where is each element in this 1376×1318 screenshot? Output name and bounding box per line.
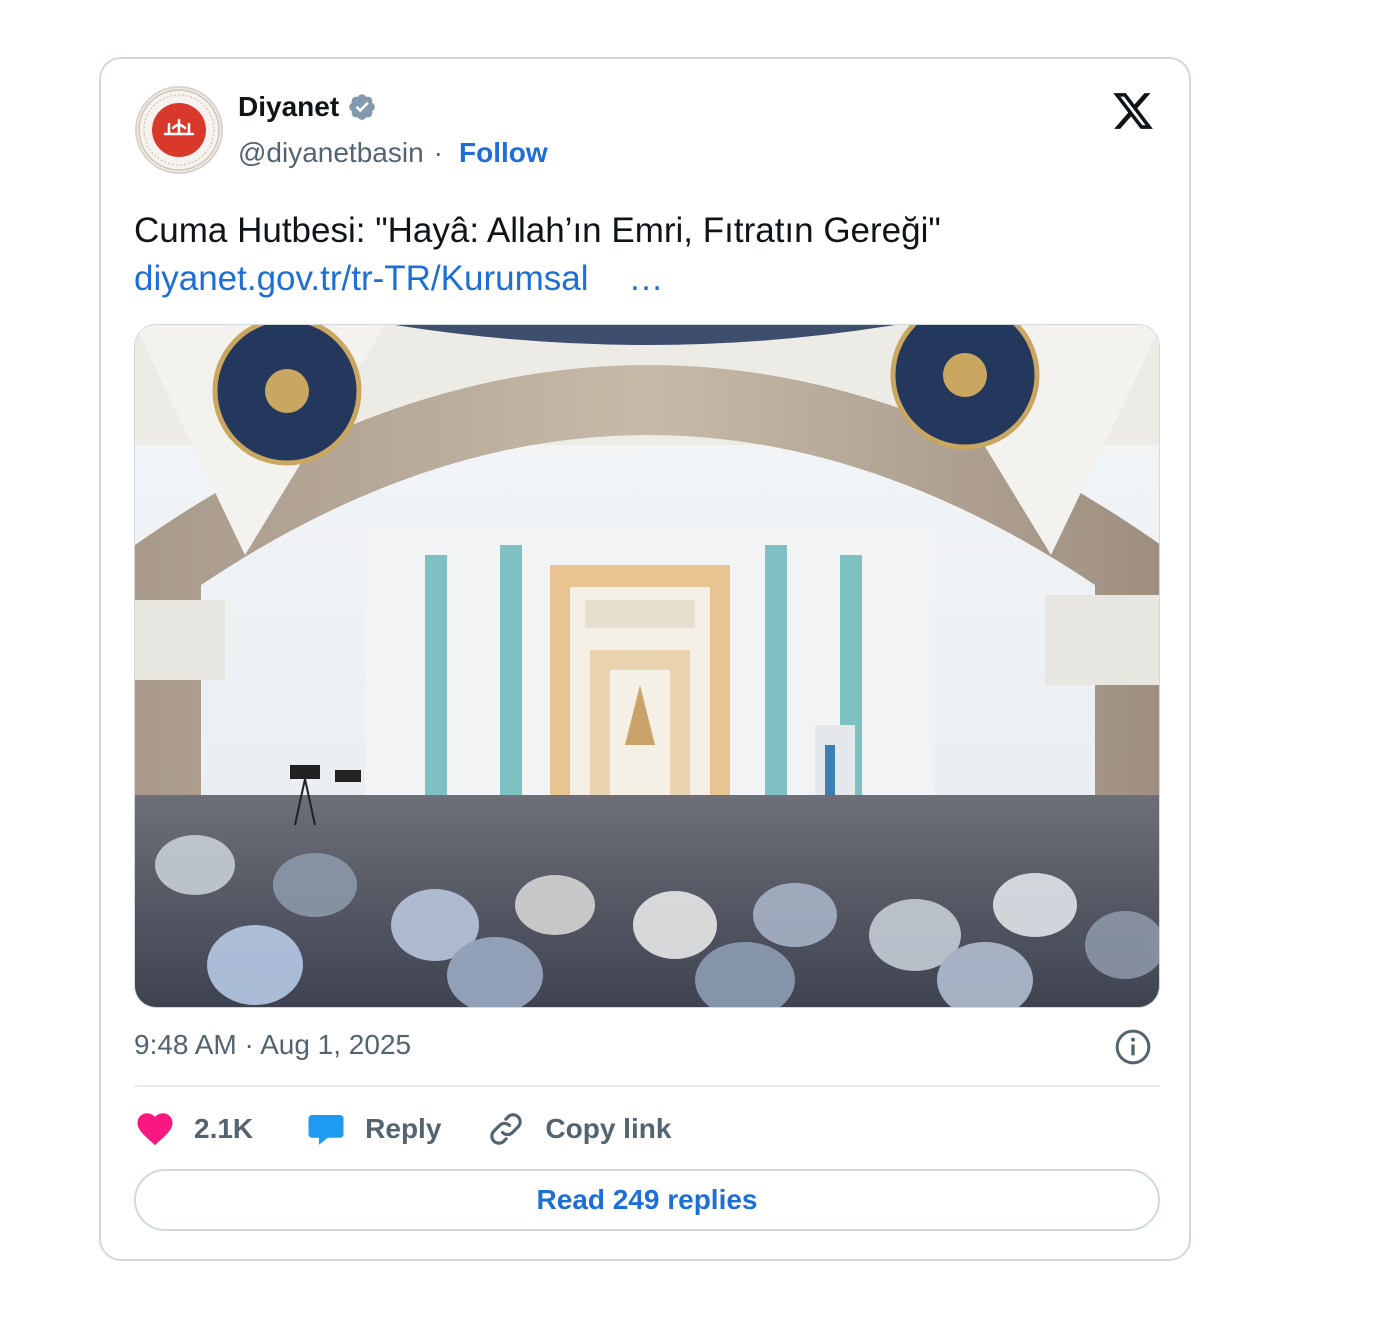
link-icon <box>490 1113 523 1145</box>
tweet-media[interactable] <box>134 324 1160 1008</box>
copy-link-label: Copy link <box>545 1113 672 1144</box>
heart-icon <box>137 1113 173 1146</box>
tweet-link[interactable]: diyanet.gov.tr/tr-TR/Kurumsal <box>134 259 589 298</box>
like-count: 2.1K <box>194 1113 254 1144</box>
tweet-text: Cuma Hutbesi: "Hayâ: Allah’ın Emri, Fıtr… <box>134 211 941 250</box>
diyanet-logo-icon <box>138 89 220 171</box>
avatar[interactable] <box>135 86 223 174</box>
x-logo-icon[interactable] <box>1111 89 1155 133</box>
mosque-interior-photo <box>135 325 1159 1007</box>
reply-bubble-icon <box>308 1115 344 1145</box>
info-icon[interactable] <box>1113 1027 1153 1067</box>
embedded-tweet-card: Diyanet @diyanetbasin · Follow Cuma Hutb… <box>99 57 1191 1261</box>
reply-button[interactable]: Reply <box>305 1108 485 1150</box>
divider <box>134 1085 1160 1087</box>
follow-button[interactable]: Follow <box>459 137 548 169</box>
read-replies-button[interactable]: Read 249 replies <box>134 1169 1160 1231</box>
reply-label: Reply <box>365 1113 442 1144</box>
copy-link-button[interactable]: Copy link <box>485 1108 671 1150</box>
author-name[interactable]: Diyanet <box>238 91 339 123</box>
author-name-row[interactable]: Diyanet <box>238 91 377 123</box>
like-button[interactable]: 2.1K <box>134 1108 305 1150</box>
handle-row: @diyanetbasin · Follow <box>238 137 548 169</box>
separator-dot: · <box>433 137 443 168</box>
verified-badge-icon <box>349 94 375 120</box>
link-ellipsis: … <box>628 259 664 298</box>
tweet-text-block: Cuma Hutbesi: "Hayâ: Allah’ın Emri, Fıtr… <box>134 207 941 303</box>
action-bar: 2.1K Reply Copy link <box>134 1104 671 1154</box>
author-handle[interactable]: @diyanetbasin <box>238 137 424 169</box>
tweet-timestamp[interactable]: 9:48 AM · Aug 1, 2025 <box>134 1029 411 1061</box>
